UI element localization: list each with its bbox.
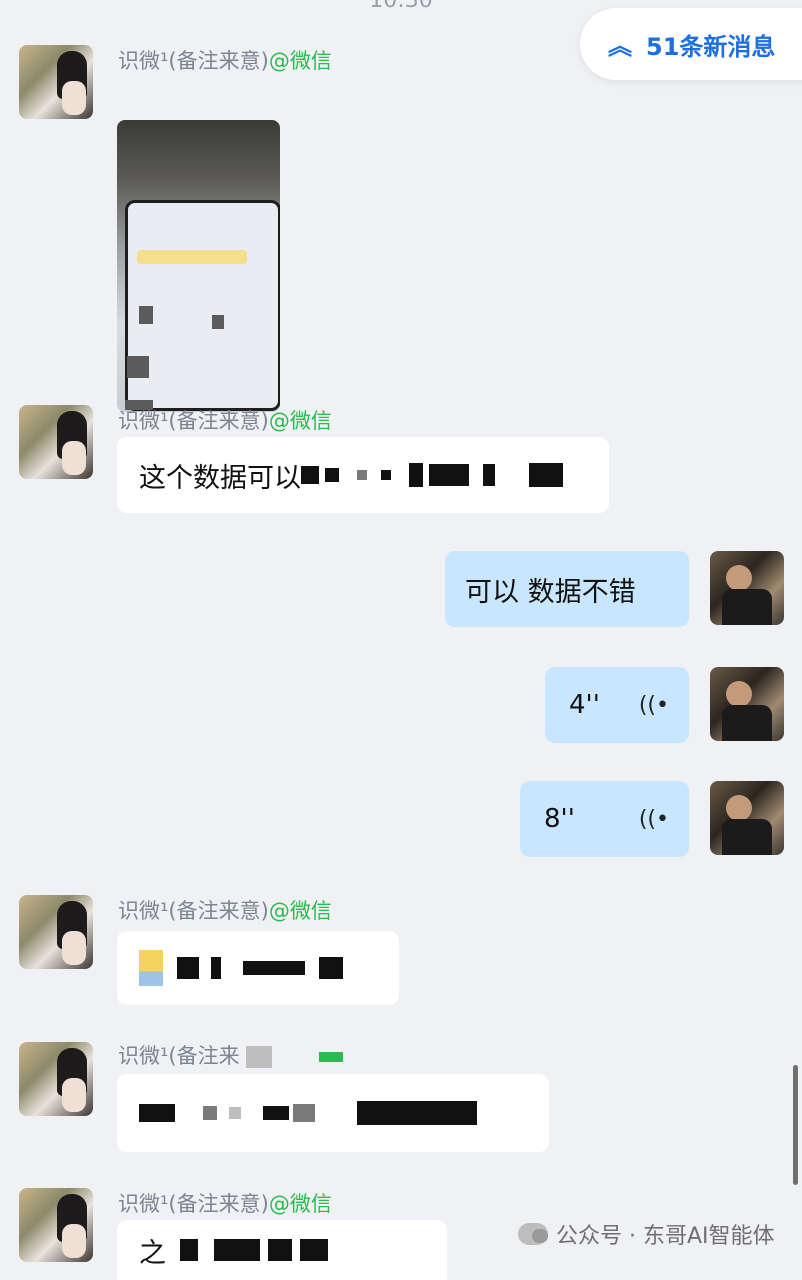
avatar[interactable]	[19, 1188, 93, 1262]
photo-pixel	[139, 306, 153, 324]
watermark: 公众号 · 东哥AI智能体	[518, 1218, 775, 1250]
redaction	[263, 1106, 289, 1120]
voice-message[interactable]: 8'' ((•	[520, 781, 689, 857]
photo-pixel	[127, 356, 149, 378]
message-row: 可以 数据不错	[0, 551, 802, 631]
redaction	[139, 1104, 175, 1122]
redaction	[300, 1239, 328, 1261]
redaction	[268, 1239, 292, 1261]
redaction	[529, 463, 563, 487]
redaction	[357, 470, 367, 480]
scrollbar[interactable]	[793, 1065, 798, 1185]
voice-message[interactable]: 4'' ((•	[545, 667, 689, 743]
text-message[interactable]: 之	[117, 1220, 447, 1280]
message-row: 识微¹(备注来意)@微信	[0, 45, 802, 412]
photo-pixel	[212, 315, 224, 329]
redaction	[229, 1107, 241, 1119]
message-row: 识微¹(备注来意)@微信 这个数据可以	[0, 405, 802, 515]
redaction	[409, 463, 423, 487]
redaction	[429, 464, 469, 486]
photo-highlight	[137, 250, 247, 264]
redaction	[180, 1239, 198, 1261]
avatar[interactable]	[710, 667, 784, 741]
avatar[interactable]	[710, 781, 784, 855]
message-row: 4'' ((•	[0, 667, 802, 747]
redaction	[246, 1046, 273, 1068]
voice-duration: 4''	[569, 690, 600, 720]
avatar[interactable]	[19, 1042, 93, 1116]
redaction	[243, 961, 305, 975]
redaction	[381, 470, 391, 480]
message-text: 之	[139, 1237, 166, 1269]
sender-name: 识微¹(备注来	[118, 1040, 343, 1070]
avatar[interactable]	[19, 45, 93, 119]
sender-name: 识微¹(备注来意)@微信	[118, 1192, 332, 1216]
wechat-icon	[518, 1223, 548, 1245]
image-message[interactable]	[117, 120, 280, 412]
redaction	[293, 1104, 315, 1122]
redaction	[319, 957, 343, 979]
avatar[interactable]	[19, 895, 93, 969]
watermark-label: 公众号 · 东哥AI智能体	[556, 1224, 775, 1249]
text-message[interactable]	[117, 931, 399, 1005]
sender-name: 识微¹(备注来意)@微信	[118, 899, 332, 923]
message-text: 这个数据可以	[139, 462, 301, 494]
voice-wave-icon: ((•	[638, 692, 669, 718]
avatar[interactable]	[19, 405, 93, 479]
redaction	[139, 950, 163, 986]
avatar[interactable]	[710, 551, 784, 625]
sender-name: 识微¹(备注来意)@微信	[118, 409, 332, 433]
redaction	[211, 957, 221, 979]
text-message[interactable]: 可以 数据不错	[445, 551, 689, 627]
message-row: 识微¹(备注来	[0, 1040, 802, 1155]
message-text: 可以 数据不错	[465, 576, 636, 608]
text-message[interactable]	[117, 1074, 549, 1152]
message-row: 8'' ((•	[0, 781, 802, 861]
redaction	[357, 1101, 477, 1125]
redaction	[483, 464, 495, 486]
redaction	[177, 957, 199, 979]
voice-wave-icon: ((•	[638, 806, 669, 832]
voice-duration: 8''	[544, 804, 575, 834]
text-message[interactable]: 这个数据可以	[117, 437, 609, 513]
redaction	[325, 468, 339, 482]
redaction	[203, 1106, 217, 1120]
sender-name: 识微¹(备注来意)@微信	[118, 49, 332, 73]
redaction	[214, 1239, 260, 1261]
redaction	[301, 466, 319, 484]
redaction	[319, 1052, 343, 1062]
message-row: 识微¹(备注来意)@微信	[0, 895, 802, 1005]
